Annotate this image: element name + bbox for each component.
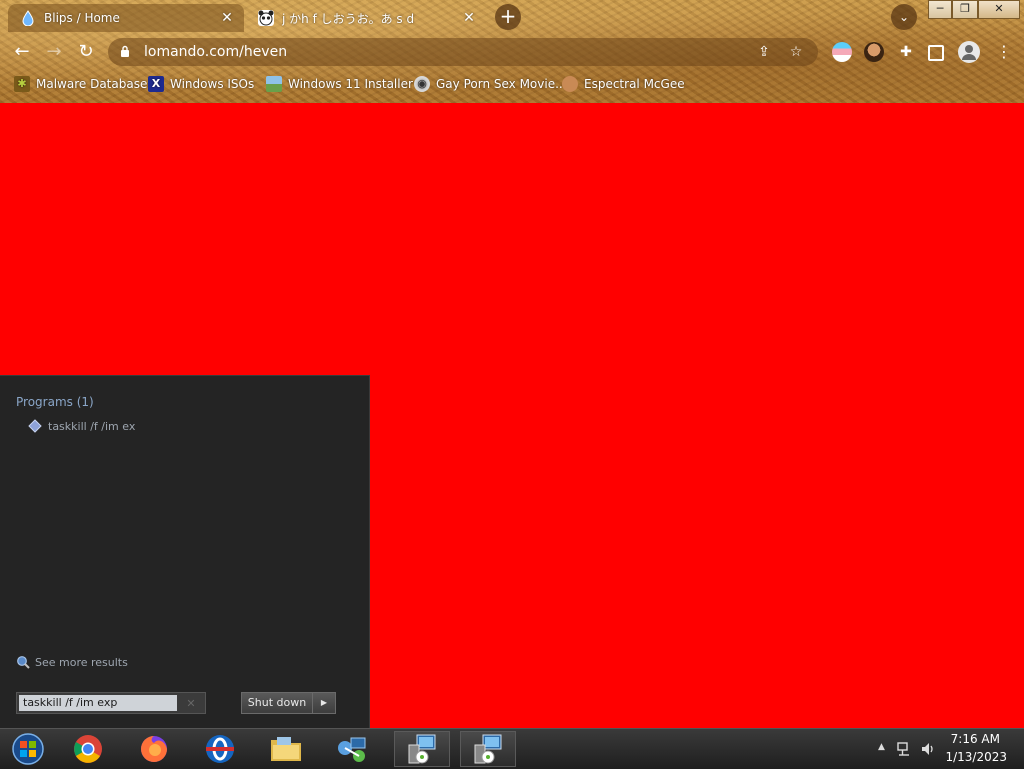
back-icon[interactable]: ← bbox=[10, 40, 34, 64]
url-text[interactable]: lomando.com/heven bbox=[144, 44, 754, 60]
shutdown-options-arrow-icon[interactable]: ▶ bbox=[312, 692, 336, 714]
bookmark-windows-11-installer[interactable]: Windows 11 Installer bbox=[266, 75, 413, 93]
start-search-box[interactable]: taskkill /f /im exp ✕ bbox=[16, 692, 206, 714]
system-tray: ▲ 7:16 AM 1/13/2023 bbox=[864, 729, 1024, 769]
setup-icon[interactable] bbox=[460, 731, 516, 767]
extension-avatar-icon[interactable] bbox=[864, 42, 884, 62]
lock-icon bbox=[120, 45, 134, 60]
image-icon bbox=[266, 76, 282, 92]
share-icon[interactable]: ⇪ bbox=[754, 44, 774, 60]
search-input[interactable]: taskkill /f /im exp bbox=[19, 695, 177, 711]
firefox-icon[interactable] bbox=[126, 731, 182, 767]
puzzle-icon[interactable]: ✚ bbox=[896, 42, 916, 62]
magnifier-icon bbox=[16, 655, 30, 669]
drop-icon bbox=[20, 10, 36, 26]
bookmark-windows-isos[interactable]: X Windows ISOs bbox=[148, 75, 254, 93]
program-label: taskkill /f /im ex bbox=[48, 419, 136, 433]
opera-icon[interactable] bbox=[192, 731, 248, 767]
file-explorer-icon[interactable] bbox=[258, 731, 314, 767]
bookmark-label: Malware Database bbox=[36, 77, 148, 91]
clear-search-icon[interactable]: ✕ bbox=[177, 697, 205, 710]
star-icon[interactable]: ☆ bbox=[786, 44, 806, 60]
x-logo-icon: X bbox=[148, 76, 164, 92]
minimize-button[interactable]: ─ bbox=[928, 0, 952, 19]
bookmark-movie[interactable]: ◉ Gay Porn Sex Movie... bbox=[414, 75, 567, 93]
close-tab-icon[interactable]: ✕ bbox=[460, 10, 478, 26]
close-tab-icon[interactable]: ✕ bbox=[218, 10, 236, 26]
address-bar[interactable]: lomando.com/heven ⇪ ☆ bbox=[108, 38, 818, 66]
tab-title: j かh f しおうお。あ s d bbox=[282, 11, 415, 26]
network-icon[interactable] bbox=[324, 731, 380, 767]
profile-icon[interactable] bbox=[958, 41, 980, 63]
taskbar: ▲ 7:16 AM 1/13/2023 bbox=[0, 728, 1024, 769]
setup-icon[interactable] bbox=[394, 731, 450, 767]
see-more-results-link[interactable]: See more results bbox=[16, 655, 128, 669]
bookmark-label: Windows 11 Installer bbox=[288, 77, 413, 91]
bookmark-label: Windows ISOs bbox=[170, 77, 255, 91]
bookmark-malware-database[interactable]: ✱ Malware Database bbox=[14, 75, 147, 93]
new-tab-button[interactable]: + bbox=[495, 4, 521, 30]
close-window-button[interactable]: ✕ bbox=[978, 0, 1020, 19]
forward-icon[interactable]: → bbox=[42, 40, 66, 64]
program-result-item[interactable]: taskkill /f /im ex bbox=[28, 419, 135, 433]
reload-icon[interactable]: ↻ bbox=[74, 40, 98, 64]
restore-button[interactable]: ❐ bbox=[952, 0, 978, 19]
start-orb-icon[interactable] bbox=[0, 731, 56, 767]
disk-icon: ◉ bbox=[414, 76, 430, 92]
bookmark-label: Espectral McGee bbox=[584, 77, 685, 91]
chrome-icon[interactable] bbox=[60, 731, 116, 767]
see-more-label: See more results bbox=[35, 655, 128, 669]
show-hidden-icons-icon[interactable]: ▲ bbox=[878, 742, 885, 752]
menu-dots-icon[interactable]: ⋮ bbox=[994, 42, 1014, 62]
program-icon bbox=[28, 419, 42, 433]
bookmark-label: Gay Porn Sex Movie... bbox=[436, 77, 567, 91]
tab-blips-home[interactable]: Blips / Home ✕ bbox=[8, 4, 244, 32]
network-status-icon[interactable] bbox=[896, 741, 912, 761]
virus-icon: ✱ bbox=[14, 76, 30, 92]
face-icon bbox=[562, 76, 578, 92]
shut-down-button[interactable]: Shut down bbox=[241, 692, 313, 714]
clock-time[interactable]: 7:16 AM bbox=[951, 732, 1000, 746]
tab-search-button[interactable]: ⌄ bbox=[891, 4, 917, 30]
programs-header: Programs (1) bbox=[16, 395, 94, 409]
side-panel-icon[interactable] bbox=[928, 45, 944, 61]
tab-title: Blips / Home bbox=[44, 11, 120, 25]
start-menu: Programs (1) taskkill /f /im ex See more… bbox=[0, 375, 370, 729]
clock-date[interactable]: 1/13/2023 bbox=[945, 750, 1007, 764]
volume-icon[interactable] bbox=[920, 741, 936, 761]
extension-flag-icon[interactable] bbox=[832, 42, 852, 62]
browser-chrome: Blips / Home ✕ j かh f しおうお。あ s d ✕ + ⌄ ─… bbox=[0, 0, 1024, 103]
tab-japanese[interactable]: j かh f しおうお。あ s d ✕ bbox=[246, 4, 486, 32]
bookmark-espectral-mcgee[interactable]: Espectral McGee bbox=[562, 75, 685, 93]
panda-icon bbox=[258, 10, 274, 26]
